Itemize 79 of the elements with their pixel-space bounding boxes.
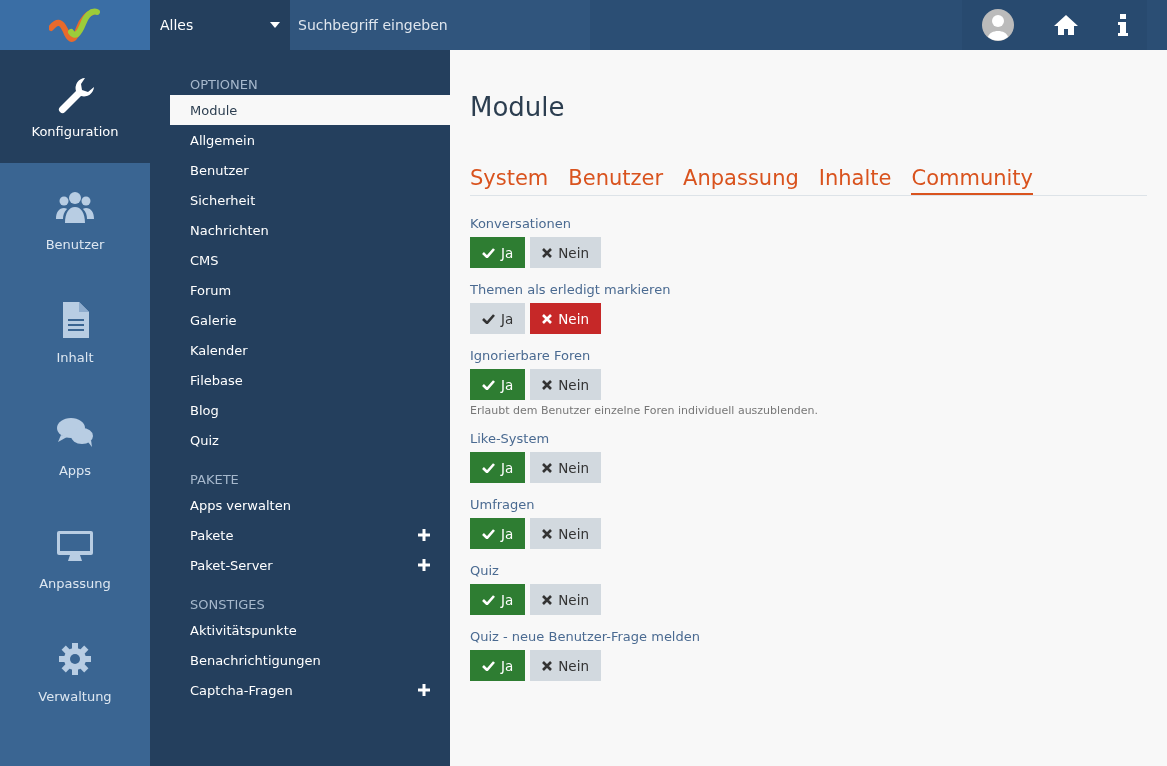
close-icon [542,247,553,258]
sub-menu-item[interactable]: Pakete [170,520,450,550]
sub-menu-item[interactable]: CMS [170,245,450,275]
no-button[interactable]: Nein [530,518,601,549]
yes-button[interactable]: Ja [470,303,526,334]
no-button[interactable]: Nein [530,237,601,268]
tab[interactable]: System [470,166,549,195]
info-icon[interactable] [1117,14,1128,36]
menu-section-title: SONSTIGES [189,596,266,614]
tab[interactable]: Benutzer [568,166,664,195]
sub-menu-item[interactable]: Module [170,95,450,125]
main-menu-item[interactable]: Konfiguration [0,50,150,163]
sub-menu-item[interactable]: Paket-Server [170,550,450,580]
sub-menu-item[interactable]: Captcha-Fragen [170,675,450,705]
home-icon[interactable] [1052,14,1079,36]
close-icon [542,594,553,605]
sub-menu-item[interactable]: Kalender [170,335,450,365]
close-icon [542,462,553,473]
sub-menu-item[interactable]: Sicherheit [170,185,450,215]
main-menu-item[interactable]: Anpassung [0,502,150,615]
search-field[interactable]: Suchbegriff eingeben [290,0,590,50]
main-menu-item[interactable]: Benutzer [0,163,150,276]
tab[interactable]: Community [911,166,1033,195]
option-label: Quiz - neue Benutzer-Frage melden [470,629,701,644]
tab[interactable]: Inhalte [818,166,892,195]
tab[interactable]: Anpassung [683,166,799,195]
sub-menu-item[interactable]: Quiz [170,425,450,455]
logo-icon[interactable] [49,8,101,42]
plus-icon[interactable] [418,559,430,571]
close-icon [542,313,553,324]
no-button[interactable]: Nein [530,452,601,483]
caret-icon [270,22,280,28]
menu-section-title: OPTIONEN [189,76,259,94]
option-label: Themen als erledigt markieren [470,282,672,297]
no-button[interactable]: Nein [530,303,601,334]
yes-button[interactable]: Ja [470,452,526,483]
option-label: Like-System [470,431,551,446]
no-button[interactable]: Nein [530,650,601,681]
yes-button[interactable]: Ja [470,584,526,615]
main-menu-item[interactable]: Inhalt [0,276,150,389]
plus-icon[interactable] [418,529,430,541]
sub-menu-item[interactable]: Galerie [170,305,450,335]
no-button[interactable]: Nein [530,369,601,400]
sub-menu-item[interactable]: Benutzer [170,155,450,185]
sub-menu-item[interactable]: Blog [170,395,450,425]
main-menu-item[interactable]: Verwaltung [0,615,150,728]
plus-icon[interactable] [418,684,430,696]
option-label: Umfragen [470,497,536,512]
option-label: Konversationen [470,216,572,231]
check-icon [482,462,495,473]
check-icon [482,313,495,324]
check-icon [482,247,495,258]
no-button[interactable]: Nein [530,584,601,615]
close-icon [542,379,553,390]
menu-section-title: PAKETE [189,471,240,489]
page-title: Module [470,92,566,122]
close-icon [542,660,553,671]
check-icon [482,379,495,390]
close-icon [542,528,553,539]
sub-menu-item[interactable]: Allgemein [170,125,450,155]
sub-menu-item[interactable]: Filebase [170,365,450,395]
yes-button[interactable]: Ja [470,518,526,549]
sub-menu-item[interactable]: Forum [170,275,450,305]
avatar-icon[interactable] [981,9,1014,41]
check-icon [482,594,495,605]
sub-menu-item[interactable]: Benachrichtigungen [170,645,450,675]
sub-menu-item[interactable]: Apps verwalten [170,490,450,520]
option-label: Ignorierbare Foren [470,348,592,363]
sub-menu-item[interactable]: Nachrichten [170,215,450,245]
main-menu-item[interactable]: Apps [0,389,150,502]
option-label: Quiz [470,563,500,578]
yes-button[interactable]: Ja [470,650,526,681]
sub-menu-item[interactable]: Aktivitätspunkte [170,615,450,645]
check-icon [482,660,495,671]
yes-button[interactable]: Ja [470,237,526,268]
option-description: Erlaubt dem Benutzer einzelne Foren individuell auszublenden. [470,404,820,417]
search-scope-dropdown[interactable]: Alles [150,0,290,50]
yes-button[interactable]: Ja [470,369,526,400]
check-icon [482,528,495,539]
